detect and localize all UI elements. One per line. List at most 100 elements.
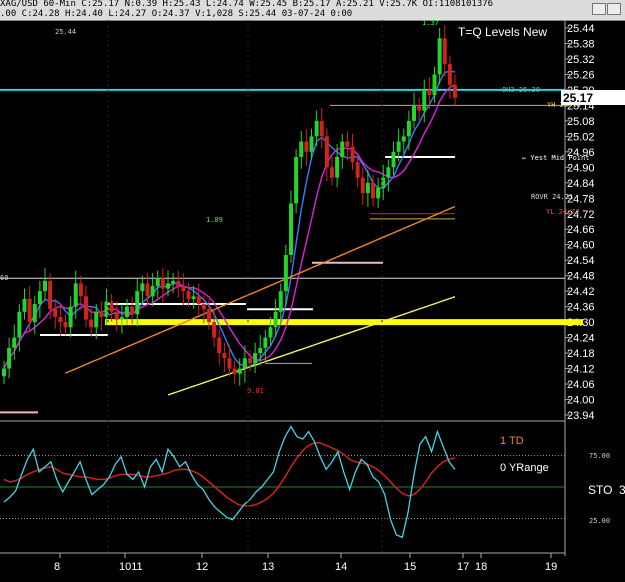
candle-body [386,167,391,178]
candlesticks [2,25,457,386]
candle-body [319,120,324,137]
candle-body [63,322,68,328]
time-tick-label: 1011 [119,561,143,573]
time-tick-label: 14 [335,561,347,573]
candle-body [278,291,283,312]
candle-body [371,182,375,199]
candle-body [114,311,119,320]
oh3-label: OH3 25.20 [502,86,540,94]
candle-body [314,120,319,137]
candle-body [94,311,99,328]
candle-body [335,157,340,178]
candle-body [130,306,135,315]
candle-body [227,358,232,369]
price-tick-label: 24.06 [567,379,595,391]
candle-body [53,309,58,317]
price-tick-label: 24.18 [567,348,595,360]
candle-body [181,286,186,292]
price-axis: 25.4425.3825.3225.2625.2025.1425.0825.02… [565,23,595,422]
time-tick-label: 12 [196,561,208,573]
candle-body [422,89,427,111]
candle-body [7,347,12,369]
candle-body [22,298,27,312]
price-tick-label: 24.60 [567,240,595,252]
sto-label: STO [588,483,612,497]
price-tick-label: 24.36 [567,302,595,314]
candle-body [176,280,181,286]
left-cut-label: 60 [0,274,8,282]
candle-body [324,136,329,168]
chart-canvas: 25.4425.3825.3225.2625.2025.1425.0825.02… [0,19,625,573]
candle-body [104,301,109,317]
candle-body [140,283,145,292]
price-tick-label: 24.90 [567,162,595,174]
chart-title: T=Q Levels New [458,25,547,39]
candle-body [191,296,196,299]
candle-body [222,353,227,359]
candle-body [427,89,432,96]
yrange-label: 0 YRange [500,462,549,474]
candle-body [412,105,416,121]
candle-body [212,322,217,338]
candle-body [171,280,176,284]
candle-body [89,319,94,328]
candle-body [43,280,47,292]
time-tick-label: 8 [54,561,60,573]
price-tick-label: 25.38 [567,38,595,50]
candle-body [201,304,206,310]
candle-body [125,306,129,317]
candle-body [58,316,63,323]
tick-75: 75.00 [589,452,610,460]
sto-signal-line [3,442,456,507]
candle-body [309,136,314,152]
tick-25: 25.00 [589,517,610,525]
price-tick-label: 23.94 [567,410,595,422]
candle-body [406,120,411,137]
candle-body [299,141,304,157]
candle-body [160,278,165,289]
sto-main-line [3,425,456,539]
candle-body [37,291,42,305]
candle-body [258,347,263,354]
price-tick-label: 25.44 [567,23,595,35]
candle-body [119,316,124,320]
candle-body [432,74,437,96]
candle-body [273,311,278,328]
candle-body [196,296,201,305]
yest-mid-label: ← Yest Mid Point [522,154,589,162]
time-tick-label: 18 [475,561,487,573]
candle-body [27,298,32,323]
price-tick-label: 25.02 [567,131,595,143]
candle-body [345,141,350,147]
candle-body [253,353,258,364]
time-tick-label: 17 [457,561,469,573]
price-tick-label: 25.26 [567,69,595,81]
candle-body [263,337,268,348]
candle-body [417,105,422,111]
price-tick-label: 25.32 [567,54,595,66]
candle-body [396,141,401,152]
candle-body [453,84,457,98]
candle-body [2,368,6,377]
price-tick-label: 24.12 [567,364,595,376]
time-tick-label: 19 [545,561,557,573]
candle-body [365,182,370,194]
candle-body [145,283,150,297]
candle-body [207,309,211,323]
candle-body [186,291,191,299]
rovr-label: ROVR 24.71 [531,193,573,201]
candle-body [289,203,293,256]
label-109: 1.09 [206,216,223,224]
top-price-label: 25.44 [55,28,76,36]
low-marker-label: 0.01 [247,387,264,395]
candle-body [350,146,355,163]
time-axis: 8 1011 12 13 14 15 17 18 19 [54,20,557,573]
candle-body [330,167,334,178]
price-tick-label: 24.66 [567,224,595,236]
candle-body [68,306,73,328]
candle-body [48,280,53,310]
td-label: 1 TD [500,435,524,447]
candle-body [78,283,83,297]
price-tick-label: 24.00 [567,395,595,407]
candle-body [360,177,365,194]
